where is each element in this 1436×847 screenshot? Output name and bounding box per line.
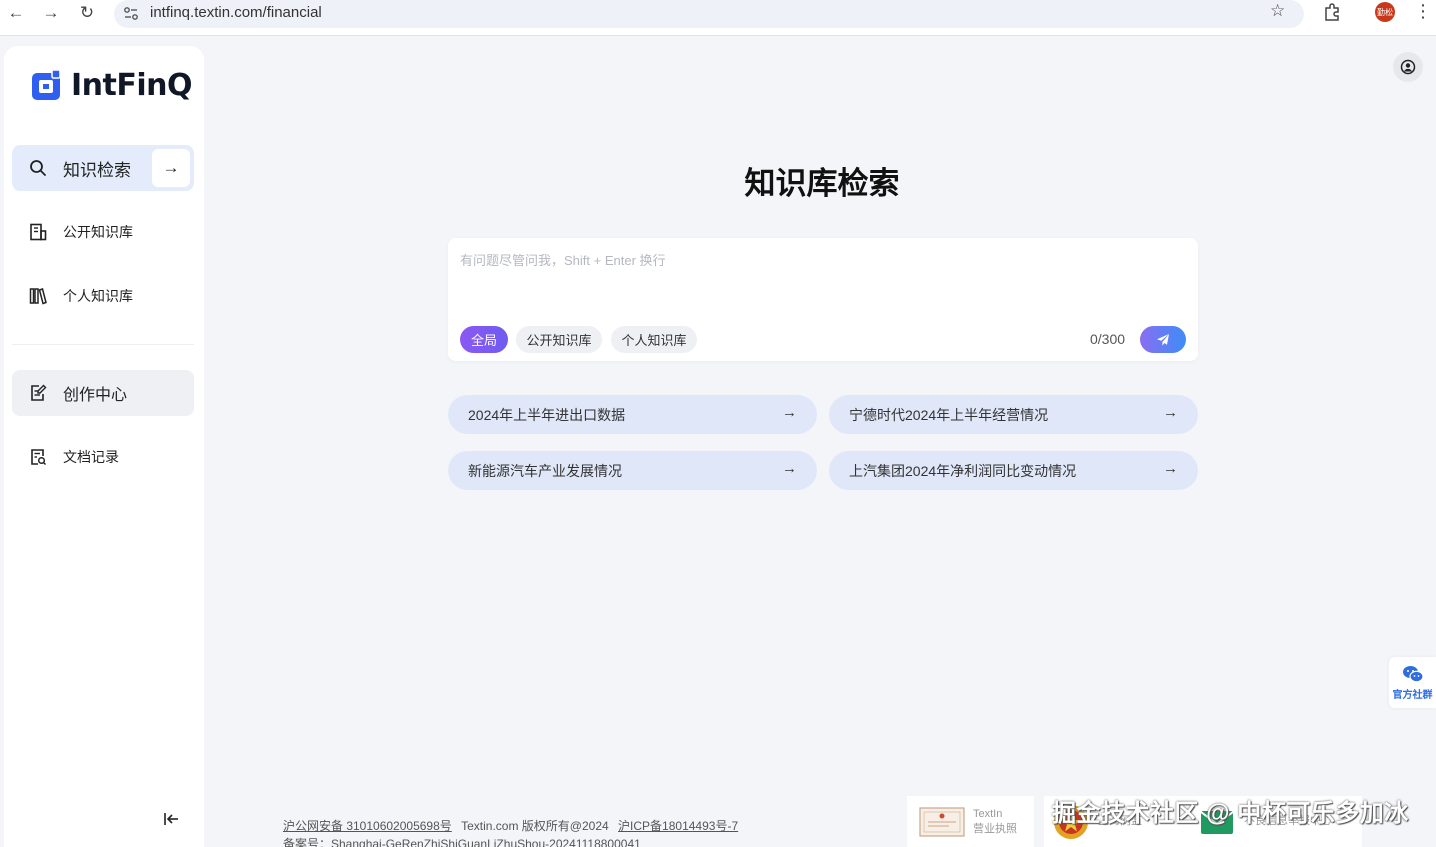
scope-chip-global[interactable]: 全局 — [460, 326, 508, 353]
address-bar[interactable]: intfinq.textin.com/financial — [114, 0, 1304, 28]
sidebar-item-label: 创作中心 — [63, 387, 128, 404]
logo[interactable]: IntFinQ — [30, 68, 193, 103]
back-icon[interactable]: ← — [2, 2, 30, 24]
sidebar-item-label: 知识检索 — [63, 160, 131, 180]
building-icon — [28, 222, 48, 242]
community-tab[interactable]: 官方社群 — [1389, 657, 1436, 708]
sidebar-item-label: 个人知识库 — [63, 288, 133, 304]
send-button[interactable] — [1140, 326, 1186, 353]
suggestion-text: 新能源汽车产业发展情况 — [468, 462, 622, 479]
logo-text: IntFinQ — [71, 68, 193, 103]
record-number: 备案号：Shanghai-GeRenZhiShiGuanLiZhuShou-20… — [283, 837, 641, 847]
suggestion-text: 2024年上半年进出口数据 — [468, 406, 626, 423]
collapse-sidebar-icon[interactable] — [160, 808, 182, 830]
search-input[interactable] — [460, 250, 1186, 310]
search-card: 全局 公开知识库 个人知识库 0/300 — [448, 238, 1198, 361]
wechat-icon — [1402, 665, 1424, 682]
badge-line1: TextIn — [973, 807, 1003, 820]
edit-doc-icon — [28, 383, 48, 403]
browser-menu-icon[interactable]: ⋮ — [1414, 1, 1432, 21]
doc-search-icon — [28, 447, 48, 467]
url-text[interactable]: intfinq.textin.com/financial — [150, 4, 322, 21]
suggestion-item[interactable]: 新能源汽车产业发展情况 → — [448, 451, 817, 490]
business-license-badge[interactable]: TextIn 营业执照 — [907, 796, 1034, 847]
sidebar-item-label: 文档记录 — [63, 449, 119, 465]
badge-line2: 营业执照 — [973, 822, 1017, 835]
books-icon — [28, 286, 48, 306]
suggestion-text: 宁德时代2024年上半年经营情况 — [849, 406, 1049, 423]
sidebar-item-label: 公开知识库 — [63, 224, 133, 240]
bookmark-star-icon[interactable]: ☆ — [1270, 1, 1285, 21]
site-settings-icon[interactable] — [122, 5, 140, 23]
profile-avatar[interactable]: 勤松 — [1375, 2, 1395, 22]
arrow-right-icon: → — [1163, 460, 1178, 477]
sidebar-item-doc-records[interactable]: 文档记录 — [12, 434, 194, 480]
suggestion-item[interactable]: 宁德时代2024年上半年经营情况 → — [829, 395, 1198, 434]
arrow-right-icon: → — [782, 460, 797, 477]
arrow-right-icon: → — [1163, 404, 1178, 421]
browser-toolbar: ← → ↻ intfinq.textin.com/financial ☆ 勤松 … — [0, 0, 1436, 36]
search-icon — [28, 158, 48, 178]
reload-icon[interactable]: ↻ — [73, 2, 101, 24]
scope-chip-personal-kb[interactable]: 个人知识库 — [611, 326, 697, 353]
forward-icon[interactable]: → — [37, 2, 65, 24]
community-label: 官方社群 — [1392, 689, 1433, 701]
sidebar: IntFinQ 知识检索 → 公开知识库 个人知识库 创作中心 文档记录 — [4, 46, 204, 847]
scope-chip-public-kb[interactable]: 公开知识库 — [516, 326, 602, 353]
sidebar-item-knowledge-search[interactable]: 知识检索 → — [12, 145, 194, 191]
sidebar-item-public-kb[interactable]: 公开知识库 — [12, 209, 194, 255]
sidebar-item-personal-kb[interactable]: 个人知识库 — [12, 273, 194, 319]
char-count: 0/300 — [1090, 331, 1126, 347]
page-title: 知识库检索 — [744, 166, 900, 201]
logo-mark-icon — [32, 68, 61, 100]
extensions-icon[interactable] — [1322, 2, 1342, 22]
suggestion-item[interactable]: 2024年上半年进出口数据 → — [448, 395, 817, 434]
user-account-icon[interactable] — [1393, 52, 1423, 82]
suggestion-text: 上汽集团2024年净利润同比变动情况 — [849, 462, 1077, 479]
watermark: 掘金技术社区 @ 中杯可乐多加冰 — [1052, 800, 1409, 827]
send-plane-icon — [1157, 333, 1169, 346]
footer-links: 沪公网安备 31010602005698号 Textin.com 版权所有@20… — [283, 817, 738, 834]
sidebar-item-creation-center[interactable]: 创作中心 — [12, 370, 194, 416]
police-beian-link[interactable]: 沪公网安备 31010602005698号 — [283, 819, 452, 833]
suggestion-item[interactable]: 上汽集团2024年净利润同比变动情况 → — [829, 451, 1198, 490]
arrow-right-icon: → — [782, 404, 797, 421]
sidebar-divider — [12, 344, 194, 345]
copyright-text: Textin.com 版权所有@2024 — [461, 819, 609, 833]
license-certificate-icon — [919, 806, 965, 837]
icp-link[interactable]: 沪ICP备18014493号-7 — [618, 819, 738, 833]
arrow-right-icon[interactable]: → — [152, 149, 190, 187]
